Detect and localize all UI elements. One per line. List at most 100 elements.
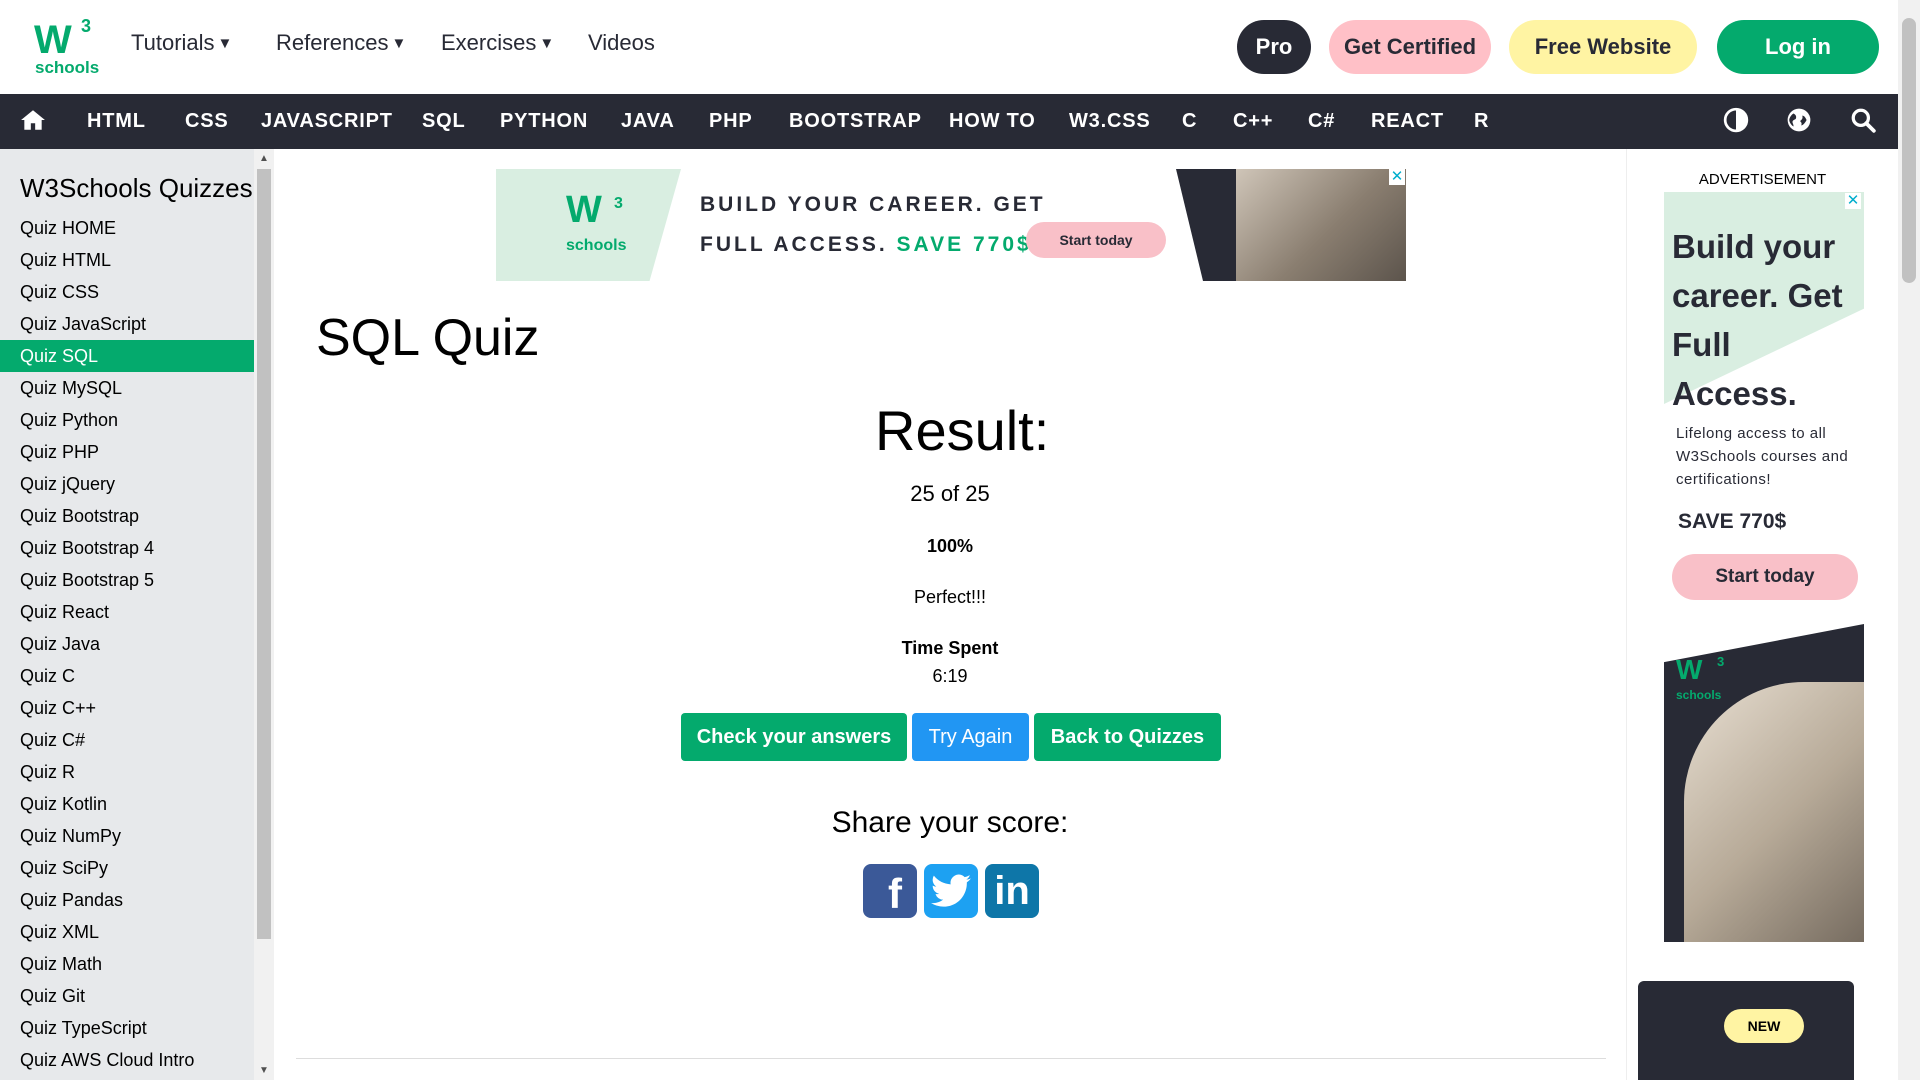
score-percent: 100% bbox=[926, 536, 974, 556]
sidebar-scrollbar-thumb[interactable] bbox=[257, 169, 271, 939]
free-website-button[interactable]: Free Website bbox=[1509, 20, 1697, 74]
sidebar-item-quiz-git[interactable]: Quiz Git bbox=[0, 980, 254, 1012]
top-header: W 3 schools Tutorials ▼ References ▼ Exerc… bbox=[0, 0, 1898, 94]
sidebar-item-quiz-typescript[interactable]: Quiz TypeScript bbox=[0, 1012, 254, 1044]
sidebar-item-quiz-math[interactable]: Quiz Math bbox=[0, 948, 254, 980]
sidebar-item-quiz-php[interactable]: Quiz PHP bbox=[0, 436, 254, 468]
nav-php[interactable]: PHP bbox=[709, 110, 753, 133]
side-ad-logo-mark: W bbox=[1676, 654, 1703, 685]
sidebar-item-quiz-cpp[interactable]: Quiz C++ bbox=[0, 692, 254, 724]
sidebar-item-quiz-javascript[interactable]: Quiz JavaScript bbox=[0, 308, 254, 340]
sidebar-item-quiz-sql[interactable]: Quiz SQL bbox=[0, 340, 254, 372]
scroll-up-arrow-icon[interactable]: ▲ bbox=[259, 153, 269, 164]
facebook-share-icon[interactable]: f bbox=[863, 864, 917, 918]
nav-python[interactable]: PYTHON bbox=[500, 110, 588, 133]
sidebar-item-quiz-html[interactable]: Quiz HTML bbox=[0, 244, 254, 276]
nav-csharp[interactable]: C# bbox=[1308, 110, 1335, 133]
banner-ad-photo bbox=[1236, 169, 1406, 281]
side-ad-start-today-button[interactable]: Start today bbox=[1672, 554, 1858, 600]
sidebar-item-quiz-numpy[interactable]: Quiz NumPy bbox=[0, 820, 254, 852]
sidebar-item-quiz-css[interactable]: Quiz CSS bbox=[0, 276, 254, 308]
sidebar-item-quiz-bootstrap-5[interactable]: Quiz Bootstrap 5 bbox=[0, 564, 254, 596]
banner-ad-start-today-button[interactable]: Start today bbox=[1026, 222, 1166, 258]
search-icon[interactable] bbox=[1850, 107, 1876, 138]
banner-ad-logo-mark: W bbox=[566, 189, 602, 231]
banner-ad-line1: BUILD YOUR CAREER. GET bbox=[700, 193, 1046, 216]
nav-sql[interactable]: SQL bbox=[422, 110, 466, 133]
logo-superscript: 3 bbox=[81, 16, 92, 36]
side-ad-headline: Build your career. Get Full Access. bbox=[1672, 228, 1843, 412]
nav-html[interactable]: HTML bbox=[87, 110, 146, 133]
time-spent-label: Time Spent bbox=[901, 638, 999, 658]
twitter-share-icon[interactable]: t bbox=[924, 864, 978, 918]
login-button[interactable]: Log in bbox=[1717, 20, 1879, 74]
nav-tutorials[interactable]: Tutorials ▼ bbox=[131, 30, 232, 56]
sidebar-item-quiz-bootstrap[interactable]: Quiz Bootstrap bbox=[0, 500, 254, 532]
page-scrollbar[interactable] bbox=[1898, 0, 1920, 1080]
get-certified-button[interactable]: Get Certified bbox=[1329, 20, 1491, 74]
sidebar-item-quiz-c[interactable]: Quiz C bbox=[0, 660, 254, 692]
sidebar-item-quiz-mysql[interactable]: Quiz MySQL bbox=[0, 372, 254, 404]
quiz-sidebar: W3Schools Quizzes Quiz HOME Quiz HTML Qu… bbox=[0, 149, 254, 1080]
nav-videos[interactable]: Videos bbox=[588, 30, 655, 56]
banner-ad-close-icon[interactable]: ✕ bbox=[1389, 169, 1405, 185]
side-ad-close-icon[interactable]: ✕ bbox=[1845, 193, 1861, 209]
banner-ad-logo-text: schools bbox=[566, 237, 627, 254]
side-ad-save: SAVE 770$ bbox=[1678, 510, 1787, 533]
linkedin-share-glyph: in bbox=[994, 868, 1030, 913]
nav-c[interactable]: C bbox=[1182, 110, 1197, 133]
banner-advertisement[interactable]: W 3 schools BUILD YOUR CAREER. GET FULL … bbox=[496, 169, 1406, 281]
nav-cpp[interactable]: C++ bbox=[1233, 110, 1273, 133]
w3schools-logo[interactable]: W 3 schools bbox=[30, 14, 100, 80]
banner-ad-line2-text: FULL ACCESS. bbox=[700, 233, 888, 256]
nav-how-to[interactable]: HOW TO bbox=[949, 110, 1036, 133]
side-ad-body: Lifelong access to all W3Schools courses… bbox=[1676, 425, 1849, 488]
sidebar-item-quiz-python[interactable]: Quiz Python bbox=[0, 404, 254, 436]
page-title: SQL Quiz bbox=[316, 309, 540, 367]
page-scrollbar-thumb[interactable] bbox=[1902, 18, 1916, 283]
check-answers-button[interactable]: Check your answers bbox=[681, 713, 907, 761]
content-divider bbox=[296, 1058, 1606, 1059]
sidebar-item-quiz-xml[interactable]: Quiz XML bbox=[0, 916, 254, 948]
try-again-button[interactable]: Try Again bbox=[912, 713, 1029, 761]
sidebar-item-quiz-jquery[interactable]: Quiz jQuery bbox=[0, 468, 254, 500]
pro-button[interactable]: Pro bbox=[1237, 20, 1311, 74]
linkedin-share-icon[interactable]: in bbox=[985, 864, 1039, 918]
nav-videos-label: Videos bbox=[588, 30, 655, 55]
nav-exercises-label: Exercises bbox=[441, 30, 537, 55]
scroll-down-arrow-icon[interactable]: ▼ bbox=[259, 1065, 269, 1076]
sidebar-item-quiz-react[interactable]: Quiz React bbox=[0, 596, 254, 628]
globe-icon[interactable] bbox=[1786, 107, 1812, 138]
sidebar-item-quiz-csharp[interactable]: Quiz C# bbox=[0, 724, 254, 756]
nav-r[interactable]: R bbox=[1474, 110, 1489, 133]
nav-java[interactable]: JAVA bbox=[621, 110, 675, 133]
nav-references-label: References bbox=[276, 30, 389, 55]
sidebar-item-quiz-home[interactable]: Quiz HOME bbox=[0, 212, 254, 244]
back-to-quizzes-button[interactable]: Back to Quizzes bbox=[1034, 713, 1221, 761]
nav-bootstrap[interactable]: BOOTSTRAP bbox=[789, 110, 922, 133]
right-column-separator bbox=[1626, 149, 1627, 1080]
sidebar-item-quiz-kotlin[interactable]: Quiz Kotlin bbox=[0, 788, 254, 820]
nav-react[interactable]: REACT bbox=[1371, 110, 1444, 133]
nav-javascript[interactable]: JAVASCRIPT bbox=[261, 110, 393, 133]
sidebar-item-quiz-scipy[interactable]: Quiz SciPy bbox=[0, 852, 254, 884]
sidebar-item-quiz-java[interactable]: Quiz Java bbox=[0, 628, 254, 660]
side-advertisement[interactable]: Build your career. Get Full Access. Life… bbox=[1664, 192, 1864, 942]
nav-exercises[interactable]: Exercises ▼ bbox=[441, 30, 554, 56]
logo-text: schools bbox=[35, 58, 100, 77]
new-promo-box[interactable]: NEW bbox=[1638, 981, 1854, 1080]
nav-references[interactable]: References ▼ bbox=[276, 30, 406, 56]
nav-css[interactable]: CSS bbox=[185, 110, 229, 133]
dark-mode-icon[interactable] bbox=[1723, 107, 1749, 138]
result-message: Perfect!!! bbox=[913, 587, 987, 607]
home-icon[interactable] bbox=[20, 107, 46, 138]
banner-ad-logo-superscript: 3 bbox=[614, 195, 623, 212]
sidebar-item-quiz-r[interactable]: Quiz R bbox=[0, 756, 254, 788]
sidebar-item-quiz-bootstrap-4[interactable]: Quiz Bootstrap 4 bbox=[0, 532, 254, 564]
sidebar-item-quiz-aws-cloud-intro[interactable]: Quiz AWS Cloud Intro bbox=[0, 1044, 254, 1076]
sidebar-scrollbar[interactable]: ▲ ▼ bbox=[254, 149, 274, 1080]
sidebar-item-quiz-pandas[interactable]: Quiz Pandas bbox=[0, 884, 254, 916]
banner-ad-line2: FULL ACCESS. SAVE 770$ bbox=[700, 233, 1032, 257]
caret-down-icon: ▼ bbox=[217, 35, 233, 52]
nav-w3css[interactable]: W3.CSS bbox=[1069, 110, 1150, 133]
